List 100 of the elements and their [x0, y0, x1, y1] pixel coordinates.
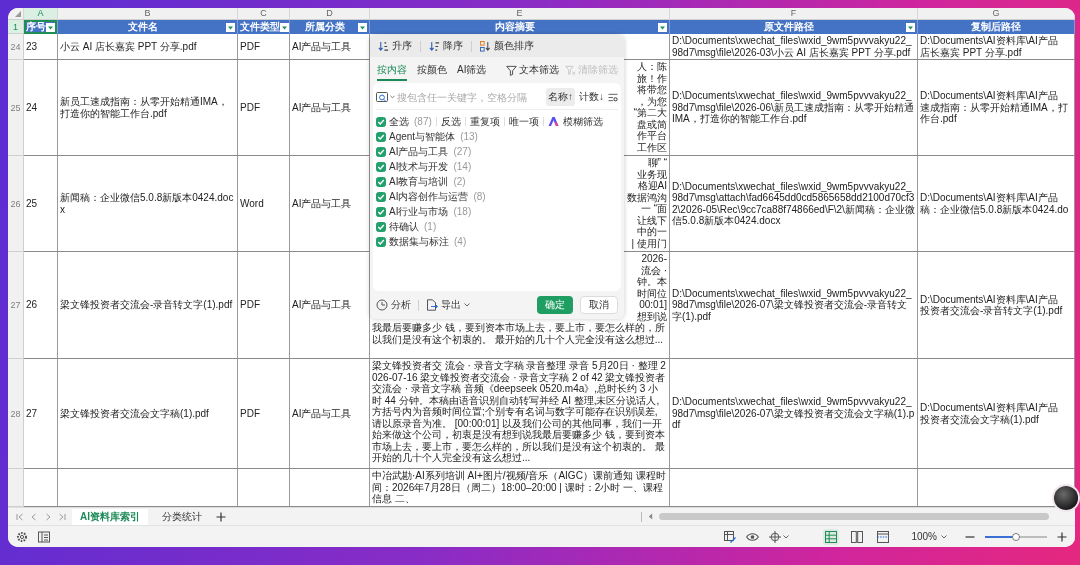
- sheet-tab[interactable]: 分类统计: [154, 508, 210, 525]
- checkbox[interactable]: [376, 146, 386, 157]
- column-letter[interactable]: A: [24, 8, 58, 19]
- filter-option[interactable]: AI技术与开发 (14): [376, 159, 472, 174]
- sort-ascending-icon: [378, 40, 389, 52]
- triangle-logo-icon: [547, 117, 559, 126]
- column-letter[interactable]: G: [918, 8, 1075, 19]
- caret-icon[interactable]: [783, 534, 790, 539]
- table-edit-icon[interactable]: [724, 530, 737, 543]
- filter-tab[interactable]: 按颜色: [417, 59, 447, 81]
- table-cell: D:\Documents\xwechat_files\wxid_9wm5pvvvakyu22_98d7\msg\attach\fad6645dd0cd5865658dd2100d70cf32\2026-05\Rec\9cc7ca88f74866ed\F\2\新闻稿：企业微信5.0.8新版本0424.docx: [670, 156, 918, 252]
- text-filter-button[interactable]: 文本筛选: [506, 63, 560, 77]
- table-cell: 梁文锋投资者交流会-录音转文字(1).pdf: [58, 252, 238, 359]
- filter-action-link[interactable]: 唯一项: [508, 114, 539, 129]
- filter-dropdown-button[interactable]: [906, 22, 915, 32]
- column-letter[interactable]: D: [290, 8, 370, 19]
- zoom-in-icon[interactable]: [1057, 531, 1067, 542]
- filter-dropdown-button[interactable]: [226, 22, 235, 32]
- export-button[interactable]: 导出: [426, 298, 470, 312]
- checkbox[interactable]: [376, 191, 386, 202]
- fuzzy-filter-link[interactable]: 模糊筛选: [562, 114, 603, 129]
- grid-view-button[interactable]: [823, 528, 840, 545]
- sort-button[interactable]: 升序: [378, 39, 412, 53]
- table-cell: PDF: [238, 34, 290, 60]
- filter-dropdown-button[interactable]: [658, 22, 667, 32]
- table-cell: 24: [24, 60, 58, 156]
- filter-dropdown-button[interactable]: [358, 22, 367, 32]
- row-number[interactable]: 28: [8, 359, 24, 469]
- checkbox[interactable]: [376, 116, 386, 127]
- filter-option[interactable]: Agent与智能体 (13): [376, 129, 478, 144]
- filter-option[interactable]: AI产品与工具 (27): [376, 144, 472, 159]
- clock-icon: [376, 299, 388, 311]
- analysis-button[interactable]: 分析: [376, 298, 411, 312]
- table-cell: D:\Documents\AI资料库\AI产品 稿：企业微信5.0.8新版本0424.do: [918, 156, 1075, 252]
- column-title: 文件名: [127, 20, 159, 34]
- filter-option[interactable]: AI教育与培训 (2): [376, 174, 466, 189]
- column-title: 内容摘要: [494, 20, 536, 34]
- row-number[interactable]: 26: [8, 156, 24, 252]
- select-all-icon[interactable]: [15, 11, 21, 17]
- table-cell: D:\Documents\xwechat_files\wxid_9wm5pvvvakyu22_98d7\msg\file\2026-03\小云 AI 店长嘉宾 PPT 分享.pdf: [670, 34, 918, 60]
- sort-order-button[interactable]: 名称↑: [546, 88, 575, 106]
- sort-order-button[interactable]: 计数↓: [577, 88, 606, 106]
- checkbox[interactable]: [376, 236, 386, 247]
- select-all-option[interactable]: 全选 (87): [376, 114, 432, 129]
- table-cell: D:\Documents\AI资料库\AI产品 投资者交流会文字稿(1).pdf: [918, 359, 1075, 469]
- column-title: 文件类型: [240, 20, 280, 34]
- table-cell: 26: [24, 252, 58, 359]
- scroll-left-icon[interactable]: [648, 513, 653, 520]
- eye-icon[interactable]: [746, 531, 760, 542]
- zoom-level-button[interactable]: 100%: [911, 531, 947, 542]
- sheet-tab[interactable]: AI资料库索引: [72, 508, 148, 525]
- zoom-slider-thumb[interactable]: [1012, 532, 1020, 541]
- table-cell: 梁文锋投资者交流会文字稿(1).pdf: [58, 359, 238, 469]
- plus-icon[interactable]: [216, 511, 226, 522]
- cancel-button[interactable]: 取消: [580, 296, 618, 314]
- search-icon[interactable]: [376, 91, 388, 103]
- column-letter[interactable]: C: [238, 8, 290, 19]
- row-number[interactable]: 27: [8, 252, 24, 359]
- checkbox[interactable]: [376, 176, 386, 187]
- caret-icon[interactable]: [390, 95, 395, 99]
- row-number[interactable]: 1: [8, 20, 24, 34]
- filter-option[interactable]: AI行业与市场 (18): [376, 204, 472, 219]
- table-cell: D:\Documents\xwechat_files\wxid_9wm5pvvvakyu22_98d7\msg\file\2026-07\梁文锋投资者交流会文字稿(1).pdf: [670, 359, 918, 469]
- row-number[interactable]: 24: [8, 34, 24, 60]
- export-icon: [426, 299, 438, 311]
- filter-action-link[interactable]: 重复项: [469, 114, 500, 129]
- column-letter[interactable]: B: [58, 8, 238, 19]
- orb-icon[interactable]: [1054, 486, 1078, 510]
- checkbox[interactable]: [376, 221, 386, 232]
- checkbox[interactable]: [376, 131, 386, 142]
- crosshair-icon[interactable]: [769, 530, 782, 543]
- table-cell: D:\Documents\AI资料库\AI产品 速成指南：从零开始精通IMA，打 作台.pdf: [918, 60, 1075, 156]
- table-cell: D:\Documents\AI资料库\AI产品 投资者交流会-录音转文字(1).pdf: [918, 252, 1075, 359]
- checkbox[interactable]: [376, 161, 386, 172]
- gear-icon[interactable]: [16, 530, 28, 543]
- list-settings-icon[interactable]: [608, 92, 618, 102]
- table-cell: 新员工速成指南：从零开始精通IMA，打造你的智能工作台.pdf: [58, 60, 238, 156]
- filter-tab[interactable]: AI筛选: [457, 59, 487, 81]
- filter-action-link[interactable]: 反选: [440, 114, 461, 129]
- filter-tab[interactable]: 按内容: [377, 59, 407, 81]
- filter-option[interactable]: 待确认 (1): [376, 219, 437, 234]
- column-letter[interactable]: E: [370, 8, 670, 19]
- column-letter[interactable]: F: [670, 8, 918, 19]
- filter-dropdown-button[interactable]: [46, 22, 55, 32]
- filter-option[interactable]: AI内容创作与运营 (8): [376, 189, 486, 204]
- page-break-button[interactable]: [875, 528, 892, 545]
- page-layout-button[interactable]: [849, 528, 866, 545]
- horizontal-scrollbar[interactable]: [659, 513, 1049, 520]
- row-number[interactable]: 25: [8, 60, 24, 156]
- sheet-list-icon[interactable]: [38, 530, 50, 543]
- table-cell: 梁文锋投资者交 流会 · 录音文字稿 录音整理 录音 5月20日 · 整理 2026-07-16 梁文锋投资者交流会 · 录音文字稿 2 of 42 梁文锋投资者交流会 · 录音文字稿 音频《deepseek 0520.m4a》,总时长约 3 小时 44 分钟。本稿由语音识别自动转写并经 AI 整理,未区分说话人,方括号内为音频时间位置;个别专有名词与数字可能存在识别误差, 请以原录音为准。 [00:00:01] 以及我们公司的其他同事，我们一开始来做这个公司，初衷是没有想到说我最后要赚多少 钱，要到资本市场上去，要上市，要怎么样的，所以我们是没有这个初衷的。 最开始的几十个人完全没有这么想过...: [370, 359, 670, 469]
- column-title: 原文件路径: [763, 20, 815, 34]
- filter-option[interactable]: 数据集与标注 (4): [376, 234, 467, 249]
- filter-dropdown-button[interactable]: [280, 22, 289, 32]
- sort-button[interactable]: 降序: [429, 39, 463, 53]
- sort-button[interactable]: 颜色排序: [480, 39, 534, 53]
- checkbox[interactable]: [376, 206, 386, 217]
- table-cell: D:\Documents\xwechat_files\wxid_9wm5pvvvakyu22_98d7\msg\file\2026-07\梁文锋投资者交流会-录音转文字(1).pdf: [670, 252, 918, 359]
- clear-filter-icon: [565, 64, 577, 76]
- table-cell: 25: [24, 156, 58, 252]
